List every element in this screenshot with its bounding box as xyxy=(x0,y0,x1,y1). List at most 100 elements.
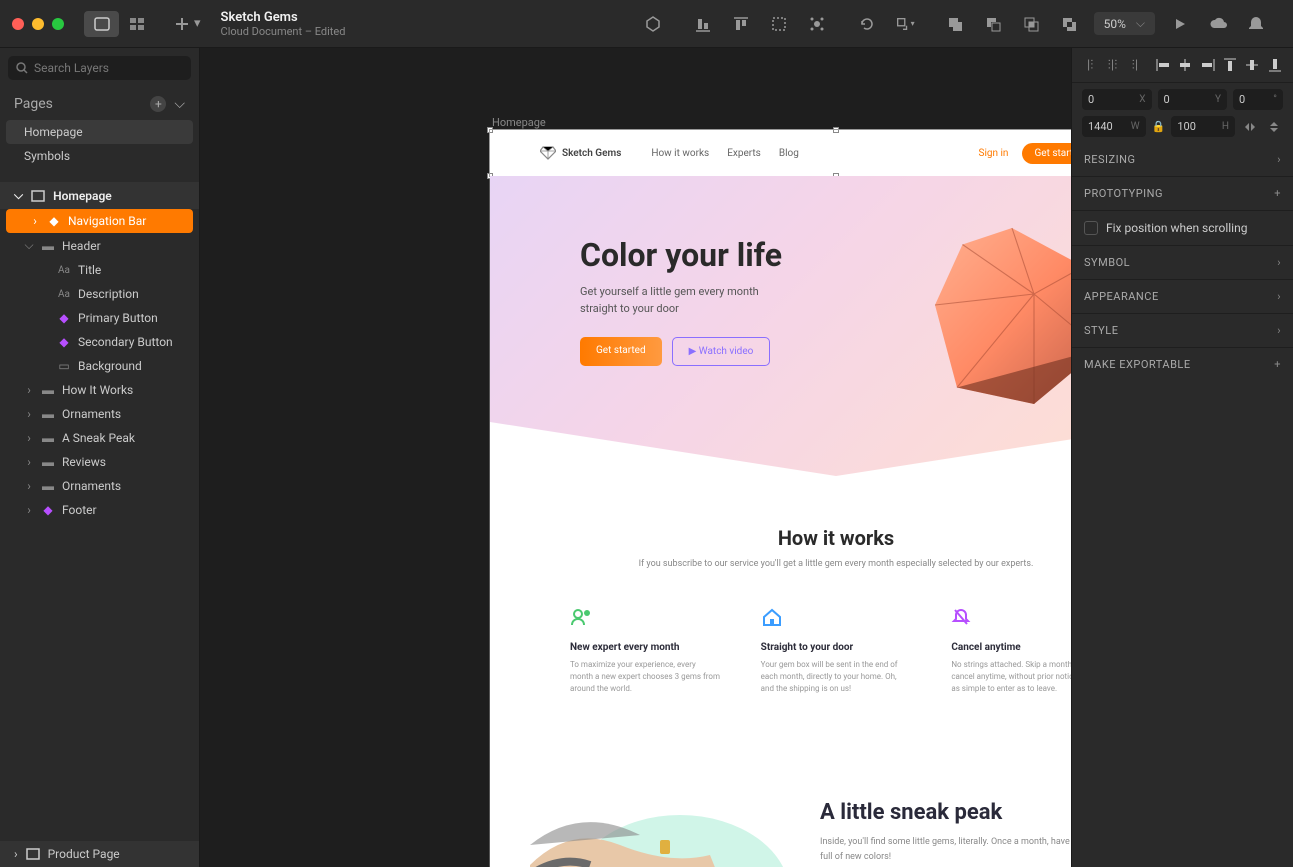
chevron-down-icon: ▾ xyxy=(194,16,201,31)
group-icon[interactable] xyxy=(769,14,789,34)
align-bottom-icon[interactable] xyxy=(693,14,713,34)
canvas-view-button[interactable] xyxy=(84,11,119,37)
chevron-down-icon: ⌵ xyxy=(14,188,23,203)
add-page-icon[interactable]: + xyxy=(150,96,166,112)
align-v-bottom-icon[interactable] xyxy=(1267,56,1283,74)
appearance-section[interactable]: APPEARANCE› xyxy=(1072,280,1293,314)
maximize-window[interactable] xyxy=(52,18,64,30)
close-window[interactable] xyxy=(12,18,24,30)
add-icon[interactable]: + xyxy=(1274,358,1281,371)
doc-name: Sketch Gems xyxy=(221,10,346,25)
symbol-icon: ◆ xyxy=(56,335,72,349)
mock-how-it-works: How it works If you subscribe to our ser… xyxy=(490,476,1071,735)
folder-icon: ▬ xyxy=(40,455,56,469)
layer-navigation-bar[interactable]: › ◆ Navigation Bar xyxy=(6,209,193,233)
resizing-section[interactable]: RESIZING› xyxy=(1072,143,1293,177)
height-input[interactable]: 100H xyxy=(1171,116,1235,137)
align-right-icon[interactable]: ⫶| xyxy=(1127,56,1143,74)
search-placeholder: Search Layers xyxy=(34,61,109,75)
intersect-icon[interactable] xyxy=(1021,14,1041,34)
flip-v-icon[interactable] xyxy=(1265,118,1283,136)
mock-feature-1: New expert every month To maximize your … xyxy=(570,607,721,695)
home-icon xyxy=(761,607,912,632)
subtract-icon[interactable] xyxy=(983,14,1003,34)
collapse-pages-icon[interactable]: ⌵ xyxy=(174,96,185,112)
preview-icon[interactable] xyxy=(1170,14,1190,34)
search-layers-input[interactable]: Search Layers xyxy=(8,56,191,80)
flip-h-icon[interactable] xyxy=(1241,118,1259,136)
smart-layout-icon[interactable] xyxy=(807,14,827,34)
gem-illustration xyxy=(902,206,1071,426)
layer-ornaments-2[interactable]: › ▬ Ornaments xyxy=(0,474,199,498)
layer-secondary-button[interactable]: ◆ Secondary Button xyxy=(0,330,199,354)
artboard-header[interactable]: ⌵ Homepage xyxy=(0,182,199,209)
layer-title[interactable]: Aa Title xyxy=(0,258,199,282)
text-icon: Aa xyxy=(56,265,72,276)
layer-how-it-works[interactable]: › ▬ How It Works xyxy=(0,378,199,402)
y-input[interactable]: 0Y xyxy=(1158,89,1228,110)
chevron-right-icon: › xyxy=(1277,290,1281,303)
minimize-window[interactable] xyxy=(32,18,44,30)
layer-background[interactable]: ▭ Background xyxy=(0,354,199,378)
symbol-icon: ◆ xyxy=(56,311,72,325)
mock-primary-btn: Get started xyxy=(580,337,662,366)
mock-nav-links: How it works Experts Blog xyxy=(651,148,798,159)
notifications-icon[interactable] xyxy=(1246,14,1266,34)
style-section[interactable]: STYLE› xyxy=(1072,314,1293,348)
zoom-selector[interactable]: 50% ⌵ xyxy=(1094,12,1155,35)
page-symbols[interactable]: Symbols xyxy=(0,144,199,168)
artboard-homepage[interactable]: Sketch Gems How it works Experts Blog Si… xyxy=(490,130,1071,867)
prototyping-section[interactable]: PROTOTYPING+ xyxy=(1072,177,1293,211)
add-icon[interactable]: + xyxy=(1274,187,1281,200)
cloud-icon[interactable] xyxy=(1208,14,1228,34)
align-h-left-icon[interactable] xyxy=(1155,56,1171,74)
align-h-right-icon[interactable] xyxy=(1200,56,1216,74)
mock-nav-bar: Sketch Gems How it works Experts Blog Si… xyxy=(490,130,1071,176)
insert-button[interactable]: ▾ xyxy=(174,16,201,32)
layer-primary-button[interactable]: ◆ Primary Button xyxy=(0,306,199,330)
rotation-input[interactable]: 0° xyxy=(1233,89,1283,110)
rotate-icon[interactable] xyxy=(857,14,877,34)
chevron-right-icon: › xyxy=(24,455,34,469)
scale-icon[interactable]: ▾ xyxy=(895,14,915,34)
union-icon[interactable] xyxy=(945,14,965,34)
difference-icon[interactable] xyxy=(1059,14,1079,34)
search-icon xyxy=(16,62,28,74)
symbol-icon[interactable] xyxy=(643,14,663,34)
exportable-section[interactable]: MAKE EXPORTABLE+ xyxy=(1072,348,1293,381)
hand-illustration xyxy=(530,765,790,867)
align-top-icon[interactable] xyxy=(731,14,751,34)
symbol-icon: ◆ xyxy=(40,503,56,517)
symbol-icon: ◆ xyxy=(46,214,62,228)
chevron-down-icon: ⌵ xyxy=(1136,16,1145,31)
layer-sneak-peak[interactable]: › ▬ A Sneak Peak xyxy=(0,426,199,450)
lock-aspect-icon[interactable]: 🔒 xyxy=(1152,120,1166,133)
mock-logo: Sketch Gems xyxy=(540,146,621,160)
fix-position-checkbox[interactable] xyxy=(1084,221,1098,235)
symbol-section[interactable]: SYMBOL› xyxy=(1072,246,1293,280)
canvas-area[interactable]: Homepage Sketch Gems How it works Expert… xyxy=(200,48,1071,867)
chevron-right-icon: › xyxy=(30,214,40,228)
artboard-icon xyxy=(26,848,40,860)
align-v-top-icon[interactable] xyxy=(1222,56,1238,74)
fix-position-row[interactable]: Fix position when scrolling xyxy=(1072,211,1293,246)
layer-ornaments-1[interactable]: › ▬ Ornaments xyxy=(0,402,199,426)
width-input[interactable]: 1440W xyxy=(1082,116,1146,137)
align-v-middle-icon[interactable] xyxy=(1244,56,1260,74)
chevron-right-icon: › xyxy=(1277,153,1281,166)
layer-description[interactable]: Aa Description xyxy=(0,282,199,306)
shape-icon: ▭ xyxy=(56,359,72,373)
align-left-icon[interactable]: |⫶ xyxy=(1082,56,1098,74)
layer-header[interactable]: ⌵ ▬ Header xyxy=(0,233,199,258)
page-homepage[interactable]: Homepage xyxy=(6,120,193,144)
align-center-icon[interactable]: ⫶|⫶ xyxy=(1104,56,1120,74)
align-h-center-icon[interactable] xyxy=(1177,56,1193,74)
components-view-button[interactable] xyxy=(119,11,154,37)
artboard-name-label[interactable]: Homepage xyxy=(492,116,546,129)
artboard-product-page[interactable]: › Product Page xyxy=(0,841,200,867)
text-icon: Aa xyxy=(56,289,72,300)
layer-footer[interactable]: › ◆ Footer xyxy=(0,498,199,522)
x-input[interactable]: 0X xyxy=(1082,89,1152,110)
layer-reviews[interactable]: › ▬ Reviews xyxy=(0,450,199,474)
inspector-panel: |⫶ ⫶|⫶ ⫶| 0X 0Y 0° 1440W 🔒 100H RESIZING… xyxy=(1071,48,1293,867)
